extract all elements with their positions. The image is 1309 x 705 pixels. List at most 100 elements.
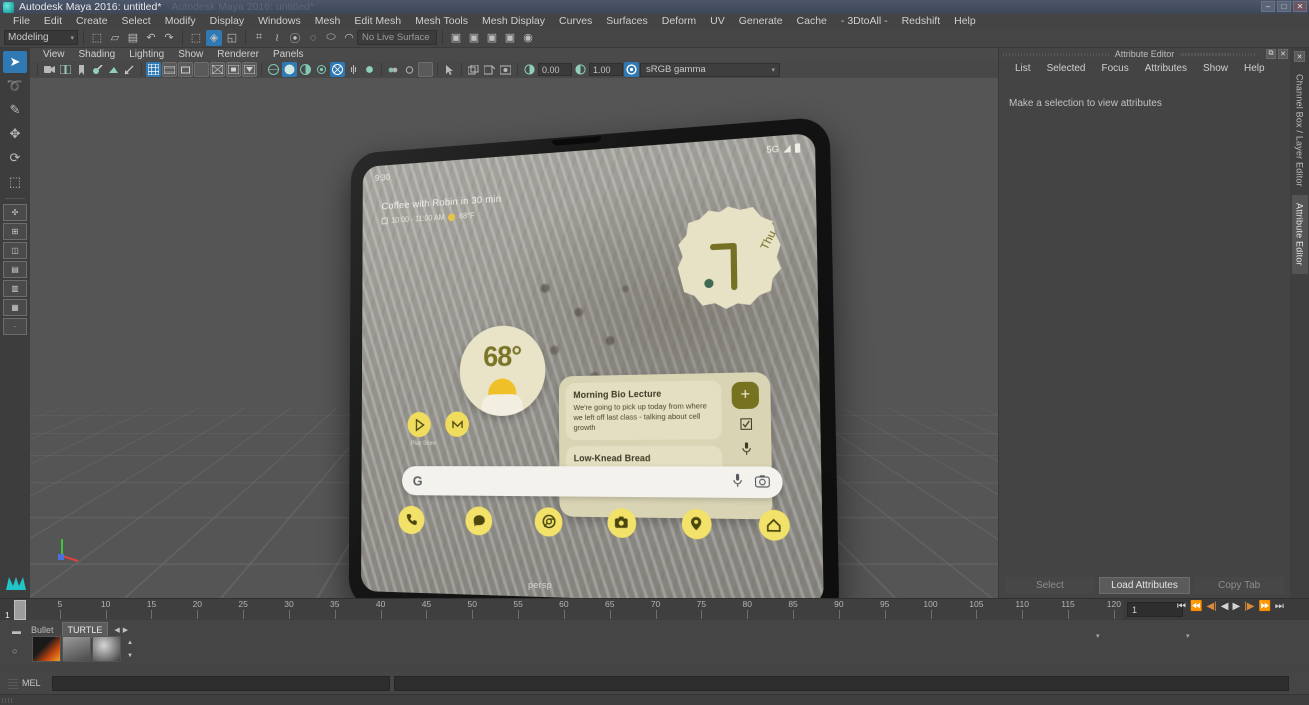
play-store-icon[interactable]: [407, 411, 431, 438]
make-live-icon[interactable]: ◠: [341, 30, 357, 46]
phone-app-icon[interactable]: [398, 505, 425, 534]
snap-to-grid-icon[interactable]: ⌗: [251, 30, 267, 46]
layout-two-pane-side[interactable]: ◫: [3, 242, 27, 259]
load-attributes-button[interactable]: Load Attributes: [1098, 576, 1191, 594]
menu-mesh-display[interactable]: Mesh Display: [475, 14, 552, 28]
viewport-menu-renderer[interactable]: Renderer: [210, 48, 266, 61]
menu-mesh[interactable]: Mesh: [308, 14, 348, 28]
messages-app-icon[interactable]: [465, 505, 493, 536]
motion-blur-icon[interactable]: [346, 62, 361, 77]
shelf-scroll-up-icon[interactable]: ▲: [127, 640, 133, 646]
hypershade-icon[interactable]: ▣: [502, 30, 518, 46]
multisample-icon[interactable]: [362, 62, 377, 77]
tablet-3d-model[interactable]: 9:30 5G Coffee with Robin in 30 min 10:0…: [348, 116, 840, 598]
shadow-map-icon[interactable]: [330, 62, 345, 77]
shadows-toggle-icon[interactable]: [106, 62, 121, 77]
snap-to-view-plane-icon[interactable]: ⬭: [323, 30, 339, 46]
layout-single-pane[interactable]: ✣: [3, 204, 27, 221]
save-scene-icon[interactable]: ▤: [125, 30, 141, 46]
two-pane-icon[interactable]: [58, 62, 73, 77]
isolate-select-icon[interactable]: [418, 62, 433, 77]
menu-help[interactable]: Help: [947, 14, 983, 28]
ae-menu-show[interactable]: Show: [1195, 63, 1236, 74]
shelf-scroll-down-icon[interactable]: ▼: [127, 653, 133, 659]
layout-persp-outliner[interactable]: ▤: [3, 261, 27, 278]
step-forward-keyframe-button[interactable]: ⏩: [1258, 601, 1270, 612]
character-set-chevron-icon[interactable]: ▾: [1186, 632, 1190, 640]
render-settings-icon[interactable]: ▣: [484, 30, 500, 46]
gamma-icon[interactable]: [573, 62, 588, 77]
checklist-icon[interactable]: [740, 418, 752, 433]
menu-select[interactable]: Select: [115, 14, 158, 28]
menu-3dtoall[interactable]: - 3DtoAll -: [834, 14, 895, 28]
depth-peel-icon[interactable]: [386, 62, 401, 77]
menu-deform[interactable]: Deform: [655, 14, 703, 28]
go-to-start-button[interactable]: ⏮: [1177, 601, 1186, 612]
command-language-label[interactable]: MEL: [22, 678, 48, 688]
ae-menu-help[interactable]: Help: [1236, 63, 1273, 74]
close-panel-button[interactable]: ✕: [1278, 49, 1288, 59]
open-scene-icon[interactable]: ▱: [107, 30, 123, 46]
at-a-glance-widget[interactable]: Coffee with Robin in 30 min 10:00 - 11:0…: [381, 193, 502, 225]
viewport-menu-lighting[interactable]: Lighting: [122, 48, 171, 61]
xray-active-components-icon[interactable]: [242, 62, 257, 77]
chrome-app-icon[interactable]: [534, 506, 563, 537]
paint-selection-tool[interactable]: ✎: [3, 99, 27, 121]
hide-objects-icon[interactable]: [402, 62, 417, 77]
timeline-ruler[interactable]: 5 10 15 20 25 30 35 40 45 50 55 60 65 70 75 80 85 90 95 100…: [14, 599, 1123, 621]
bookmark-icon[interactable]: [74, 62, 89, 77]
turtle-bake-icon[interactable]: [62, 636, 91, 662]
snap-to-curve-icon[interactable]: ≀: [269, 30, 285, 46]
film-gate-icon[interactable]: [162, 62, 177, 77]
camera-app-icon[interactable]: [606, 507, 636, 538]
snapshot-icon[interactable]: [498, 62, 513, 77]
ipr-render-icon[interactable]: ▣: [466, 30, 482, 46]
exposure-field[interactable]: 0.00: [538, 63, 572, 76]
voice-search-icon[interactable]: [733, 473, 743, 491]
menu-edit-mesh[interactable]: Edit Mesh: [347, 14, 408, 28]
current-frame-field[interactable]: 1: [1127, 602, 1183, 617]
shelf-prev-icon[interactable]: ◀: [114, 626, 119, 634]
shelf-options-button[interactable]: ○: [12, 646, 17, 656]
smooth-shade-icon[interactable]: [282, 62, 297, 77]
xray-joints-icon[interactable]: [226, 62, 241, 77]
new-scene-icon[interactable]: ⬚: [89, 30, 105, 46]
panel-tear-off-icon[interactable]: [482, 62, 497, 77]
step-back-frame-button[interactable]: ◀|: [1206, 601, 1216, 612]
menu-display[interactable]: Display: [203, 14, 251, 28]
lighting-toggle-icon[interactable]: [90, 62, 105, 77]
menu-curves[interactable]: Curves: [552, 14, 599, 28]
gate-mask-icon[interactable]: [194, 62, 209, 77]
menuset-selector[interactable]: Modeling ▾: [4, 30, 78, 45]
command-input[interactable]: [52, 675, 390, 691]
use-all-lights-icon[interactable]: [314, 62, 329, 77]
layout-hypershade[interactable]: ▦: [3, 299, 27, 316]
note-card[interactable]: Morning Bio Lecture We're going to pick …: [565, 380, 722, 441]
command-line-grip[interactable]: [8, 677, 18, 689]
undock-panel-button[interactable]: ⧉: [1266, 49, 1276, 59]
tab-attribute-editor[interactable]: Attribute Editor: [1291, 194, 1308, 274]
close-side-panel-button[interactable]: ✕: [1294, 51, 1305, 62]
select-by-hierarchy-icon[interactable]: ⬚: [188, 30, 204, 46]
live-surface-field[interactable]: No Live Surface: [357, 30, 437, 45]
ao-toggle-icon[interactable]: [122, 62, 137, 77]
home-app-icon[interactable]: [758, 509, 791, 541]
step-back-keyframe-button[interactable]: ⏪: [1190, 601, 1202, 612]
shelf-collapse-button[interactable]: ▬: [12, 626, 21, 636]
ae-menu-selected[interactable]: Selected: [1039, 63, 1094, 74]
ae-menu-focus[interactable]: Focus: [1093, 63, 1136, 74]
layout-four-pane[interactable]: ⊞: [3, 223, 27, 240]
menu-generate[interactable]: Generate: [732, 14, 790, 28]
go-to-end-button[interactable]: ⏭: [1275, 601, 1284, 612]
menu-mesh-tools[interactable]: Mesh Tools: [408, 14, 475, 28]
viewport-menu-shading[interactable]: Shading: [72, 48, 123, 61]
menu-surfaces[interactable]: Surfaces: [599, 14, 654, 28]
select-by-component-icon[interactable]: ◱: [224, 30, 240, 46]
color-management-icon[interactable]: [624, 62, 639, 77]
select-tool[interactable]: ➤: [3, 51, 27, 73]
viewport-menu-panels[interactable]: Panels: [266, 48, 311, 61]
render-view-icon[interactable]: ◉: [520, 30, 536, 46]
resolution-gate-icon[interactable]: [178, 62, 193, 77]
gamma-field[interactable]: 1.00: [589, 63, 623, 76]
panel-copy-icon[interactable]: [466, 62, 481, 77]
